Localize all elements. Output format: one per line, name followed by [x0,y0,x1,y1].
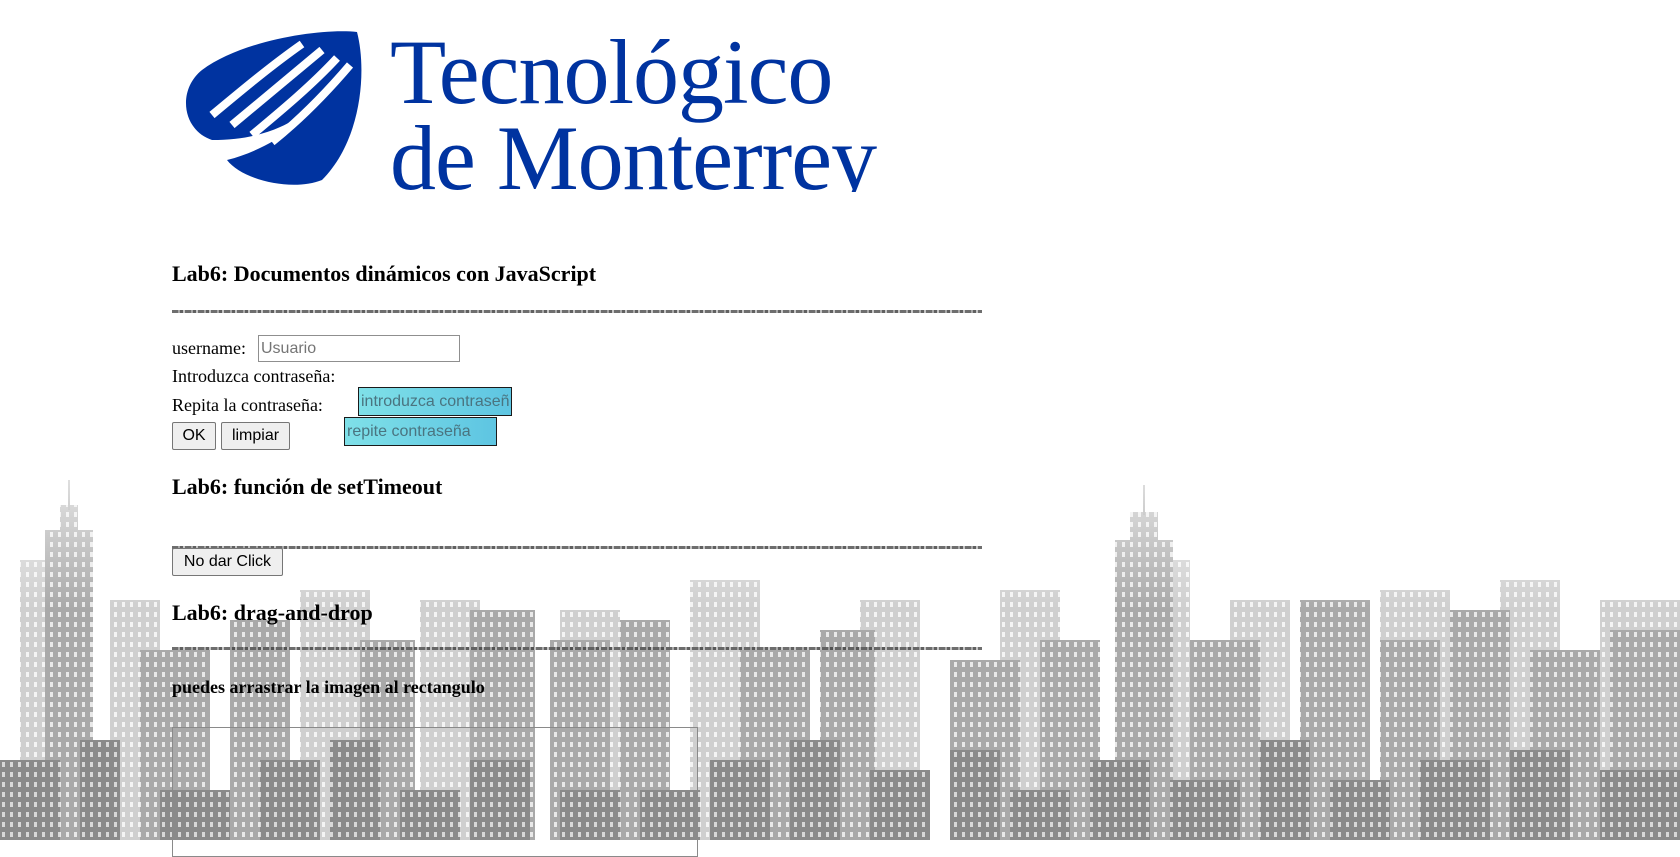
no-click-button[interactable]: No dar Click [172,548,283,576]
logo-line-1: Tecnológico [390,30,833,123]
tec-de-monterrey-logo: Tecnológico de Monterrey [172,30,906,192]
username-label: username: [172,338,246,358]
password-label: Introduzca contraseña: [172,366,336,386]
repeat-password-label: Repita la contraseña: [172,395,323,415]
repeat-password-input[interactable] [344,417,497,446]
divider [172,310,982,313]
section-title-settimeout: Lab6: función de setTimeout [172,474,443,499]
section-title-drag-and-drop: Lab6: drag-and-drop [172,600,373,625]
clear-button[interactable]: limpiar [221,422,290,450]
ok-button[interactable]: OK [172,422,216,450]
password-input[interactable] [358,387,512,416]
drop-zone-rectangle[interactable] [172,727,698,857]
divider [172,546,982,549]
section-title-dynamic-documents: Lab6: Documentos dinámicos con JavaScrip… [172,261,597,286]
tec-flame-icon [185,31,362,185]
drag-instructions: puedes arrastrar la imagen al rectangulo [172,677,485,697]
divider [172,647,982,650]
logo-line-2: de Monterrey [390,107,877,192]
username-input[interactable] [258,335,460,362]
